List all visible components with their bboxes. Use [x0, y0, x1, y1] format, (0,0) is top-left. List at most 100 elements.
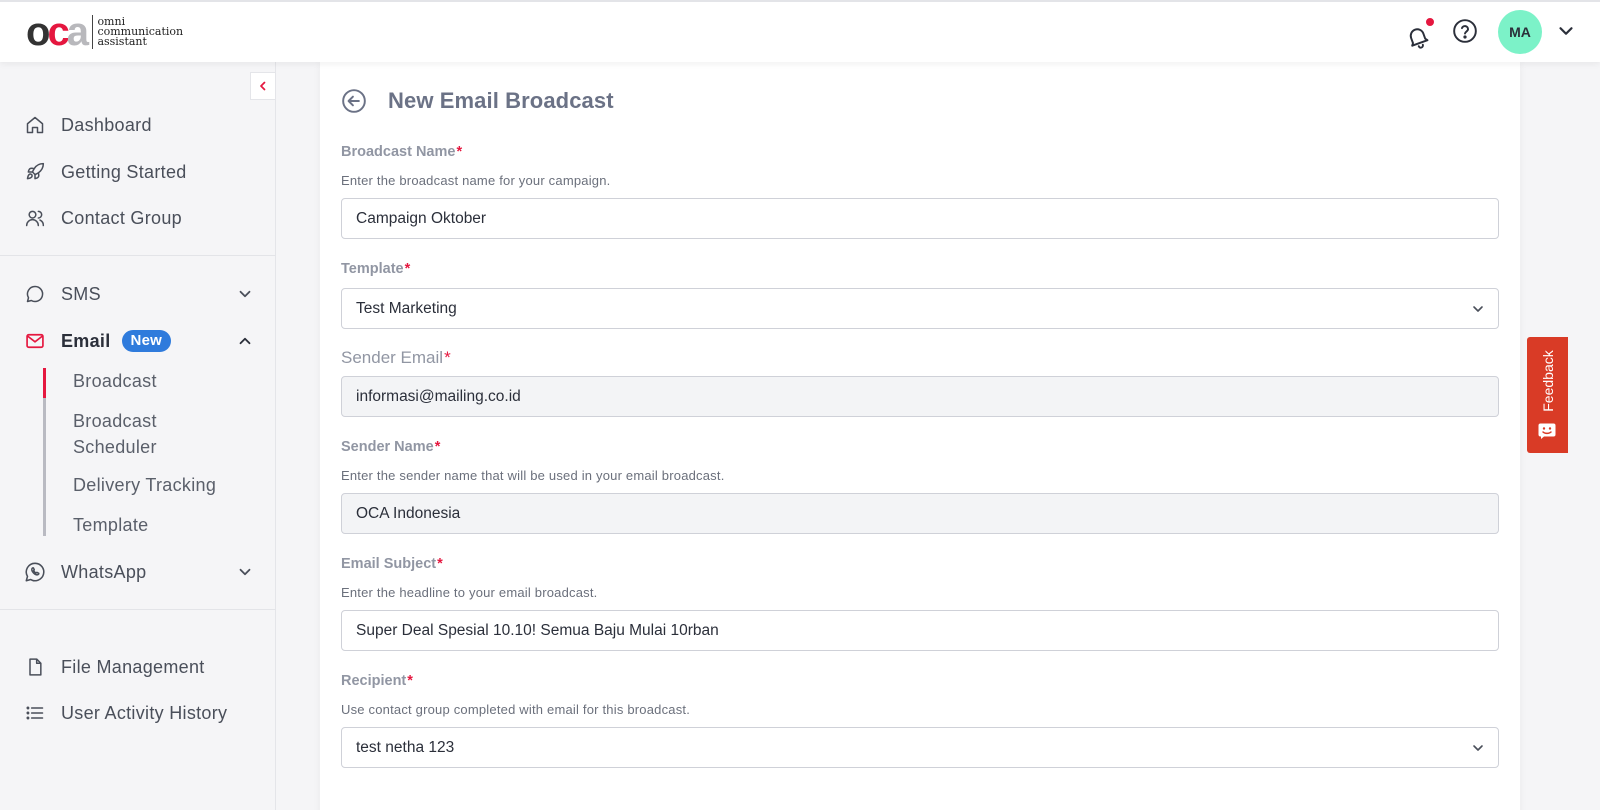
sidebar-divider	[0, 609, 276, 610]
sidebar-item-label: WhatsApp	[61, 561, 147, 582]
label-text: Broadcast Name	[341, 144, 456, 160]
chevron-down-icon[interactable]	[236, 285, 254, 303]
recipient-select[interactable]: test netha 123	[341, 727, 1499, 768]
rocket-icon	[24, 161, 46, 183]
feedback-tab[interactable]: Feedback	[1527, 337, 1568, 453]
chevron-down-icon	[1470, 301, 1486, 317]
feedback-label: Feedback	[1539, 350, 1556, 412]
logo-text: omni communication assistant	[97, 16, 183, 48]
required-asterisk: *	[407, 673, 413, 689]
sidebar-item-label: Email	[61, 330, 111, 351]
sidebar-item-dashboard[interactable]: Dashboard	[24, 112, 152, 138]
required-asterisk: *	[404, 261, 411, 277]
template-select[interactable]: Test Marketing	[341, 288, 1499, 329]
chevron-down-icon[interactable]	[1555, 20, 1577, 42]
template-label: Template*	[341, 261, 410, 277]
required-asterisk: *	[444, 348, 451, 367]
avatar[interactable]: MA	[1498, 10, 1542, 54]
logo-divider	[91, 15, 94, 49]
sidebar: Dashboard Getting Started Contact Group …	[0, 62, 276, 810]
email-subject-input[interactable]: Super Deal Spesial 10.10! Semua Baju Mul…	[341, 610, 1499, 651]
page-title: New Email Broadcast	[388, 88, 614, 113]
sender-email-label: Sender Email*	[341, 348, 451, 368]
chevron-down-icon	[1470, 740, 1486, 756]
sidebar-item-label: Dashboard	[61, 114, 152, 135]
sidebar-item-label: User Activity History	[61, 702, 228, 723]
logo-letter-c: c	[47, 10, 69, 54]
subnav-item-broadcast-scheduler[interactable]: Broadcast Scheduler	[73, 408, 193, 460]
logo-letter-o: o	[26, 10, 51, 54]
email-subject-label: Email Subject*	[341, 556, 443, 572]
sender-name-help: Enter the sender name that will be used …	[341, 468, 725, 483]
label-text: Template	[341, 261, 404, 277]
chevron-left-icon	[260, 81, 266, 91]
list-icon	[24, 702, 46, 724]
select-value: Test Marketing	[356, 299, 457, 317]
input-value: informasi@mailing.co.id	[356, 387, 521, 405]
input-value: Campaign Oktober	[356, 209, 487, 227]
broadcast-name-help: Enter the broadcast name for your campai…	[341, 173, 611, 188]
sidebar-divider	[0, 255, 276, 256]
sidebar-item-label: Getting Started	[61, 161, 187, 182]
sidebar-item-label: Contact Group	[61, 207, 182, 228]
chevron-down-icon[interactable]	[236, 563, 254, 581]
logo-mark: oca	[26, 10, 89, 54]
sidebar-item-whatsapp[interactable]: WhatsApp	[24, 559, 146, 585]
avatar-initials: MA	[1509, 24, 1531, 40]
notification-dot	[1424, 16, 1436, 28]
users-icon	[24, 207, 46, 229]
whatsapp-icon	[24, 561, 46, 583]
sidebar-item-label: File Management	[61, 656, 205, 677]
bell-icon[interactable]	[1408, 16, 1436, 49]
required-asterisk: *	[434, 439, 441, 455]
label-text: Email Subject	[341, 556, 437, 572]
sidebar-collapse-button[interactable]	[250, 72, 276, 100]
subnav-item-template[interactable]: Template	[73, 512, 148, 538]
sidebar-item-contact-group[interactable]: Contact Group	[24, 205, 182, 231]
help-icon[interactable]	[1452, 18, 1478, 44]
home-icon	[24, 114, 46, 136]
logo-letter-a: a	[66, 10, 89, 54]
label-text: Recipient	[341, 673, 407, 689]
logo-text-line-3: assistant	[97, 35, 147, 48]
recipient-label: Recipient*	[341, 673, 413, 689]
sidebar-item-email[interactable]: Email New	[24, 328, 171, 354]
subnav-item-delivery-tracking[interactable]: Delivery Tracking	[73, 472, 216, 498]
back-arrow-icon[interactable]	[341, 88, 367, 114]
top-bar: oca omni communication assistant MA	[0, 0, 1600, 62]
recipient-help: Use contact group completed with email f…	[341, 702, 691, 717]
sender-name-label: Sender Name*	[341, 439, 440, 455]
sidebar-item-label: SMS	[61, 283, 101, 304]
main-content: New Email Broadcast Broadcast Name* Ente…	[320, 62, 1520, 810]
label-text: Sender Name	[341, 439, 434, 455]
chat-icon	[24, 283, 46, 305]
broadcast-name-label: Broadcast Name*	[341, 144, 462, 160]
select-value: test netha 123	[356, 738, 455, 756]
file-icon	[24, 656, 46, 678]
page-header: New Email Broadcast	[341, 88, 614, 114]
subnav-active-indicator	[43, 368, 46, 398]
chevron-up-icon[interactable]	[236, 332, 254, 350]
label-text: Sender Email	[341, 348, 444, 367]
new-badge: New	[121, 330, 171, 352]
mail-icon	[24, 330, 46, 352]
sidebar-item-file-management[interactable]: File Management	[24, 654, 205, 680]
required-asterisk: *	[456, 144, 463, 160]
broadcast-name-input[interactable]: Campaign Oktober	[341, 198, 1499, 239]
subnav-item-label: Broadcast	[73, 371, 157, 391]
subnav-item-label: Broadcast Scheduler	[73, 411, 157, 457]
smile-chat-icon	[1538, 423, 1556, 439]
email-subject-help: Enter the headline to your email broadca…	[341, 585, 598, 600]
input-value: Super Deal Spesial 10.10! Semua Baju Mul…	[356, 621, 719, 639]
oca-logo[interactable]: oca omni communication assistant	[26, 10, 183, 54]
sidebar-item-sms[interactable]: SMS	[24, 281, 101, 307]
sender-name-input[interactable]: OCA Indonesia	[341, 493, 1499, 534]
sidebar-item-user-activity-history[interactable]: User Activity History	[24, 700, 227, 726]
sender-email-input[interactable]: informasi@mailing.co.id	[341, 376, 1499, 417]
required-asterisk: *	[437, 556, 443, 572]
input-value: OCA Indonesia	[356, 504, 461, 522]
sidebar-item-getting-started[interactable]: Getting Started	[24, 159, 187, 185]
subnav-item-label: Delivery Tracking	[73, 475, 217, 495]
subnav-item-label: Template	[73, 515, 149, 535]
subnav-item-broadcast[interactable]: Broadcast	[73, 368, 157, 394]
